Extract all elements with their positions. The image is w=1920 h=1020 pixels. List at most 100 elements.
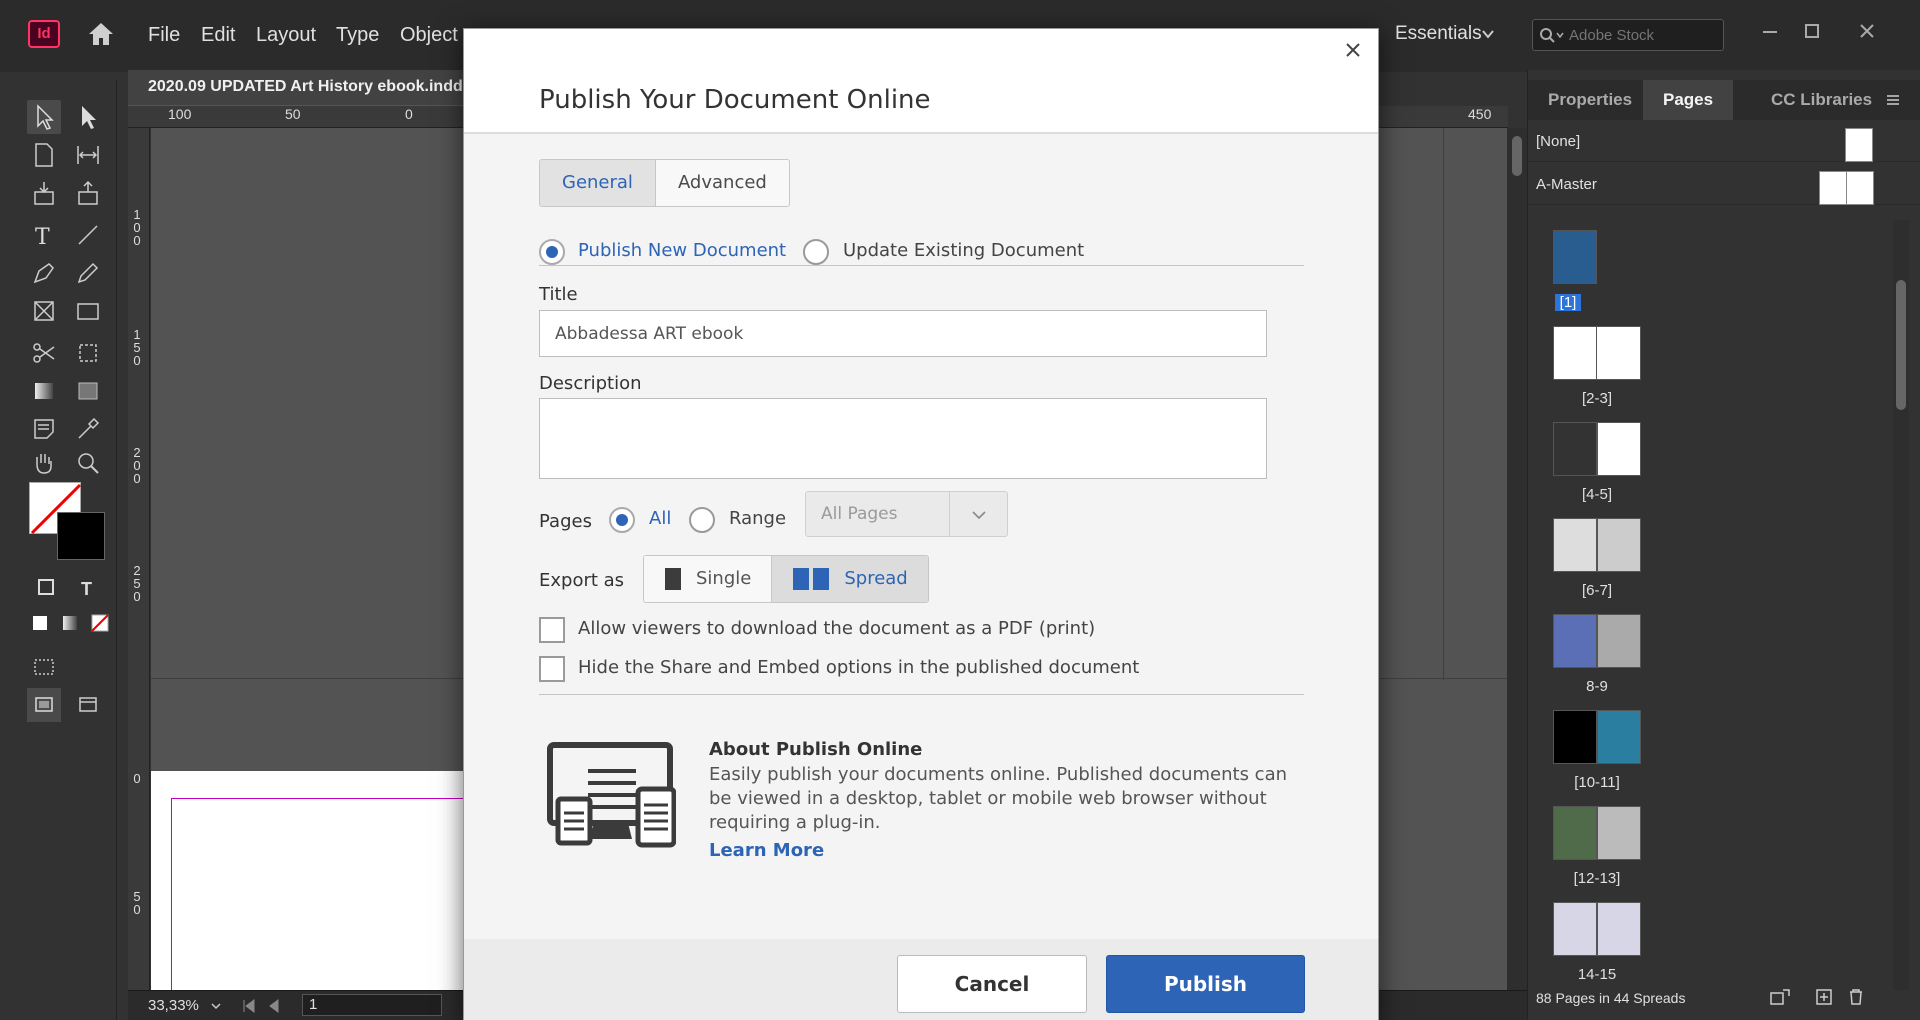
chevron-down-icon[interactable] xyxy=(210,1000,222,1012)
apply-color-icon[interactable] xyxy=(23,606,57,640)
search-input[interactable] xyxy=(1569,24,1719,46)
preview-mode-icon[interactable] xyxy=(71,688,105,722)
pencil-tool-icon[interactable] xyxy=(71,256,105,290)
home-icon[interactable] xyxy=(86,20,116,48)
tab-advanced[interactable]: Advanced xyxy=(655,160,789,206)
scissors-tool-icon[interactable] xyxy=(27,336,61,370)
delete-page-icon[interactable] xyxy=(1846,987,1866,1007)
panel-tabs: Properties Pages CC Libraries xyxy=(1528,80,1920,120)
master-thumbnail xyxy=(1846,171,1874,205)
document-tab[interactable]: 2020.09 UPDATED Art History ebook.indd xyxy=(128,70,468,106)
pages-all-label[interactable]: All xyxy=(649,508,671,529)
menu-type[interactable]: Type xyxy=(336,24,379,47)
pages-count: 88 Pages in 44 Spreads xyxy=(1536,990,1686,1006)
document-title: 2020.09 UPDATED Art History ebook.indd xyxy=(148,78,463,95)
pages-scrollbar[interactable] xyxy=(1893,220,1909,990)
direct-selection-tool-icon[interactable] xyxy=(71,100,105,134)
tab-general[interactable]: General xyxy=(540,160,656,206)
pages-range-label[interactable]: Range xyxy=(729,508,786,529)
hide-share-label[interactable]: Hide the Share and Embed options in the … xyxy=(578,657,1139,678)
page-navigation-icon[interactable] xyxy=(240,998,290,1014)
master-a[interactable]: A-Master xyxy=(1528,165,1920,205)
ruler-tick: 150 xyxy=(133,327,141,368)
dialog-header: Publish Your Document Online xyxy=(464,29,1378,134)
zoom-level[interactable]: 33,33% xyxy=(148,997,199,1014)
learn-more-link[interactable]: Learn More xyxy=(709,840,824,861)
svg-text:T: T xyxy=(35,225,50,250)
publish-new-label[interactable]: Publish New Document xyxy=(578,240,786,261)
publish-button[interactable]: Publish xyxy=(1106,955,1305,1013)
page-tool-icon[interactable] xyxy=(27,138,61,172)
cancel-button[interactable]: Cancel xyxy=(897,955,1087,1013)
panel-menu-icon[interactable] xyxy=(1885,92,1901,108)
menu-file[interactable]: File xyxy=(148,24,180,47)
tab-cc-libraries[interactable]: CC Libraries xyxy=(1751,80,1892,120)
chevron-down-icon[interactable] xyxy=(1480,26,1496,42)
allow-pdf-checkbox[interactable] xyxy=(539,617,565,643)
update-existing-label[interactable]: Update Existing Document xyxy=(843,240,1084,261)
master-thumbnail xyxy=(1819,171,1847,205)
type-tool-icon[interactable]: T xyxy=(27,218,61,252)
edit-page-size-icon[interactable] xyxy=(1768,987,1792,1007)
description-field[interactable] xyxy=(539,398,1267,479)
zoom-tool-icon[interactable] xyxy=(71,446,105,480)
tab-pages[interactable]: Pages xyxy=(1643,80,1734,120)
maximize-icon[interactable] xyxy=(1797,16,1827,46)
pen-tool-icon[interactable] xyxy=(27,256,61,290)
content-placer-icon[interactable] xyxy=(71,176,105,210)
menu-layout[interactable]: Layout xyxy=(256,24,316,47)
title-field[interactable] xyxy=(539,310,1267,357)
export-spread-option[interactable]: Spread xyxy=(771,556,928,602)
indesign-logo-icon: Id xyxy=(28,20,60,48)
stroke-swatch[interactable] xyxy=(57,512,105,560)
content-collector-icon[interactable] xyxy=(27,176,61,210)
pages-all-radio[interactable] xyxy=(609,507,635,533)
hide-share-checkbox[interactable] xyxy=(539,656,565,682)
hand-tool-icon[interactable] xyxy=(27,446,61,480)
line-tool-icon[interactable] xyxy=(71,218,105,252)
rectangle-frame-tool-icon[interactable] xyxy=(27,294,61,328)
rectangle-tool-icon[interactable] xyxy=(71,294,105,328)
gradient-swatch-tool-icon[interactable] xyxy=(27,374,61,408)
apply-gradient-icon[interactable] xyxy=(53,606,87,640)
workspace-switcher[interactable]: Essentials xyxy=(1395,23,1482,45)
devices-icon xyxy=(547,742,676,848)
free-transform-tool-icon[interactable] xyxy=(71,336,105,370)
menu-edit[interactable]: Edit xyxy=(201,24,235,47)
canvas-scrollbar[interactable] xyxy=(1507,128,1527,998)
ruler-tick: 450 xyxy=(1468,106,1492,122)
pages-range-select[interactable]: All Pages xyxy=(805,491,1008,537)
export-mode-toggle: Single Spread xyxy=(643,555,929,603)
formatting-affects-text-icon[interactable]: T xyxy=(71,570,105,604)
screen-mode-icon[interactable] xyxy=(27,650,61,684)
export-single-option[interactable]: Single xyxy=(644,556,772,602)
pages-range-radio[interactable] xyxy=(689,507,715,533)
new-page-icon[interactable] xyxy=(1814,987,1834,1007)
pages-panel: Properties Pages CC Libraries [None] A-M… xyxy=(1527,70,1920,1020)
normal-view-icon[interactable] xyxy=(27,688,61,722)
tab-properties[interactable]: Properties xyxy=(1528,80,1652,120)
selection-tool-icon[interactable] xyxy=(27,100,61,134)
master-none[interactable]: [None] xyxy=(1528,122,1920,162)
gradient-feather-tool-icon[interactable] xyxy=(71,374,105,408)
ruler-tick: 100 xyxy=(168,106,192,122)
pages-label: Pages xyxy=(539,511,592,532)
dialog-title: Publish Your Document Online xyxy=(539,85,931,115)
ruler-tick: 0 xyxy=(133,771,141,786)
close-icon[interactable] xyxy=(1340,37,1366,63)
master-thumbnail xyxy=(1845,128,1873,162)
apply-none-icon[interactable] xyxy=(83,606,117,640)
gap-tool-icon[interactable] xyxy=(71,138,105,172)
title-label: Title xyxy=(539,284,578,305)
close-window-icon[interactable] xyxy=(1852,16,1882,46)
menu-object[interactable]: Object xyxy=(400,24,458,47)
adobe-stock-search[interactable] xyxy=(1532,19,1724,51)
eyedropper-tool-icon[interactable] xyxy=(71,412,105,446)
allow-pdf-label[interactable]: Allow viewers to download the document a… xyxy=(578,618,1095,639)
update-existing-radio[interactable] xyxy=(803,239,829,265)
publish-new-radio[interactable] xyxy=(539,239,565,265)
note-tool-icon[interactable] xyxy=(27,412,61,446)
page-number-field[interactable]: 1 xyxy=(302,994,442,1016)
minimize-icon[interactable] xyxy=(1755,16,1785,46)
pages-list[interactable]: [1] [2-3] [4-5] [6-7] 8-9 [10-11] [12-13… xyxy=(1528,220,1920,990)
